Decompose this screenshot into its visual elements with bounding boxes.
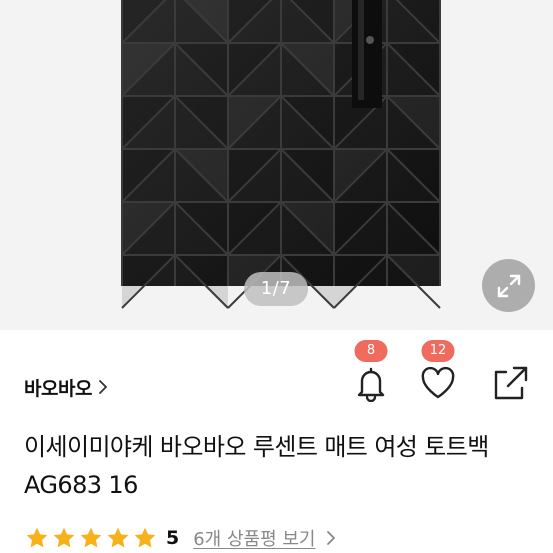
like-count-badge: 12 [421,340,455,362]
product-image-gallery[interactable]: 1/7 [0,0,553,330]
product-title: 이세이미야케 바오바오 루센트 매트 여성 토트백 AG683 16 [24,433,489,499]
review-link[interactable]: 6개 상품평 보기 [193,525,315,551]
share-icon [494,366,528,400]
star-icon [80,527,102,548]
chevron-right-icon [98,379,108,395]
brand-link[interactable]: 바오바오 [24,373,108,401]
expand-arrows-icon [497,274,520,297]
alert-button[interactable]: 8 [349,340,393,406]
alert-count-badge: 8 [354,340,388,362]
rating-row: 5 6개 상품평 보기 [24,524,336,552]
star-icon [107,527,129,548]
bell-icon [354,366,388,407]
star-icon [53,527,75,548]
rating-value: 5 [166,527,180,549]
share-button[interactable] [490,364,530,404]
heart-icon [419,366,457,405]
brand-name: 바오바오 [24,377,92,400]
star-icon [26,527,48,548]
chevron-right-icon[interactable] [326,530,336,546]
expand-image-button[interactable] [482,259,535,312]
star-icon [134,527,156,548]
image-page-indicator: 1/7 [244,272,308,306]
star-rating [24,525,158,551]
like-button[interactable]: 12 [416,340,460,406]
